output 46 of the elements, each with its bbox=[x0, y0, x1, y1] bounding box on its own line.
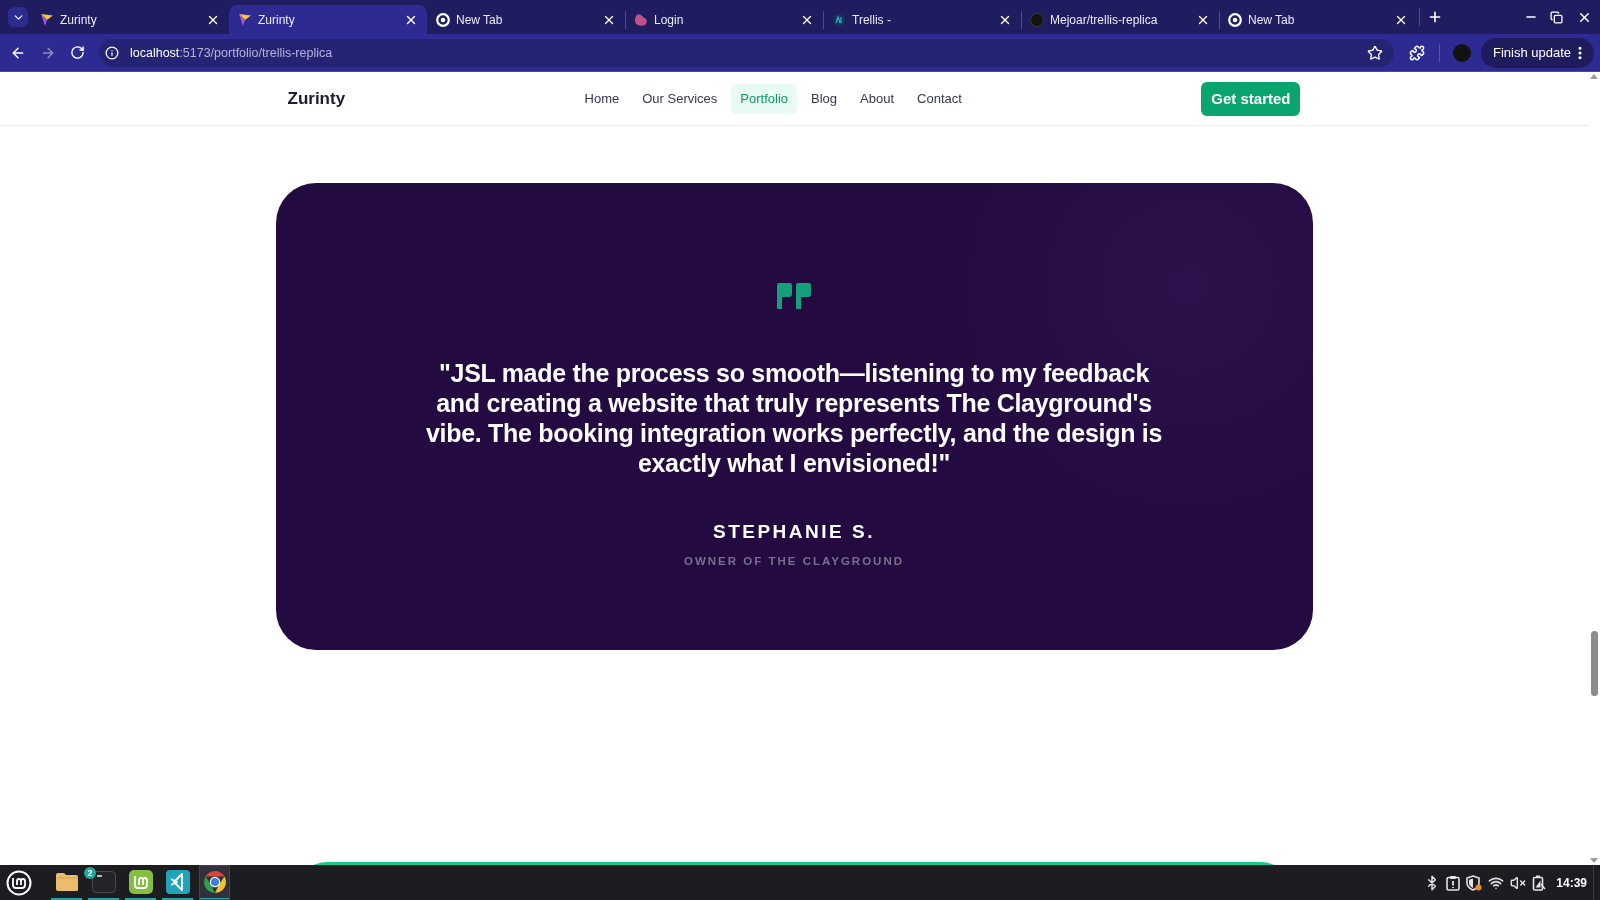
tab-list-button[interactable] bbox=[8, 7, 28, 27]
code-editor-icon bbox=[165, 869, 190, 894]
circle-icon bbox=[1030, 12, 1044, 27]
author-name: STEPHANIE S. bbox=[713, 520, 875, 544]
clock-text[interactable]: 14:39 bbox=[1556, 875, 1587, 890]
ring-icon bbox=[1228, 12, 1242, 27]
shield-icon[interactable] bbox=[1466, 874, 1483, 891]
ring-icon bbox=[436, 12, 450, 27]
browser-tab[interactable]: New Tab bbox=[427, 5, 625, 34]
volume-muted-icon[interactable] bbox=[1510, 874, 1527, 891]
scrollbar-thumb[interactable] bbox=[1590, 631, 1598, 696]
star-icon[interactable] bbox=[1367, 44, 1383, 61]
puzzle-icon[interactable] bbox=[1409, 44, 1425, 61]
url-text: localhost:5173/portfolio/trellis-replica bbox=[130, 45, 334, 60]
nav-link[interactable]: Our Services bbox=[633, 83, 727, 114]
plus-icon[interactable] bbox=[1427, 9, 1443, 25]
finish-update-button[interactable]: Finish update bbox=[1481, 37, 1594, 68]
browser-icon bbox=[202, 869, 227, 894]
site-logo[interactable]: Zurinty bbox=[287, 88, 346, 109]
quote-icon bbox=[776, 282, 812, 310]
terminal-icon bbox=[91, 870, 116, 893]
pennant-icon bbox=[238, 12, 252, 27]
taskbar-app-button[interactable] bbox=[199, 865, 230, 900]
folder-icon bbox=[54, 871, 79, 892]
address-bar[interactable]: localhost:5173/portfolio/trellis-replica bbox=[99, 38, 1394, 67]
reload-icon[interactable] bbox=[70, 45, 85, 60]
author-role: OWNER OF THE CLAYGROUND bbox=[684, 554, 904, 569]
blob-icon bbox=[634, 12, 648, 27]
info-icon[interactable] bbox=[105, 45, 119, 60]
monogram-icon bbox=[832, 12, 846, 27]
count-badge: 2 bbox=[84, 867, 96, 879]
testimonial-quote: "JSL made the process so smooth—listening to my feedback and creating a website that truly represents The Clayground's vibe. The booking integration works perfectly, and the design is exactly what I envisioned!" bbox=[425, 358, 1163, 478]
browser-tab[interactable]: Zurinty bbox=[31, 5, 229, 34]
menu-logo-icon[interactable] bbox=[6, 869, 32, 896]
nav-link[interactable]: Contact bbox=[908, 83, 971, 114]
logo-tile-icon bbox=[128, 869, 153, 894]
nav-link[interactable]: About bbox=[851, 83, 904, 114]
pennant-icon bbox=[40, 12, 54, 27]
scroll-down-icon[interactable] bbox=[1590, 858, 1598, 863]
battery-icon[interactable] bbox=[1532, 874, 1547, 891]
clipboard-icon[interactable] bbox=[1446, 874, 1461, 891]
restore-icon[interactable] bbox=[1550, 10, 1563, 24]
nav-link[interactable]: Blog bbox=[802, 83, 847, 114]
scroll-up-icon[interactable] bbox=[1590, 74, 1598, 79]
browser-tab[interactable]: Zurinty bbox=[229, 5, 427, 34]
nav-link[interactable]: Home bbox=[575, 83, 629, 114]
